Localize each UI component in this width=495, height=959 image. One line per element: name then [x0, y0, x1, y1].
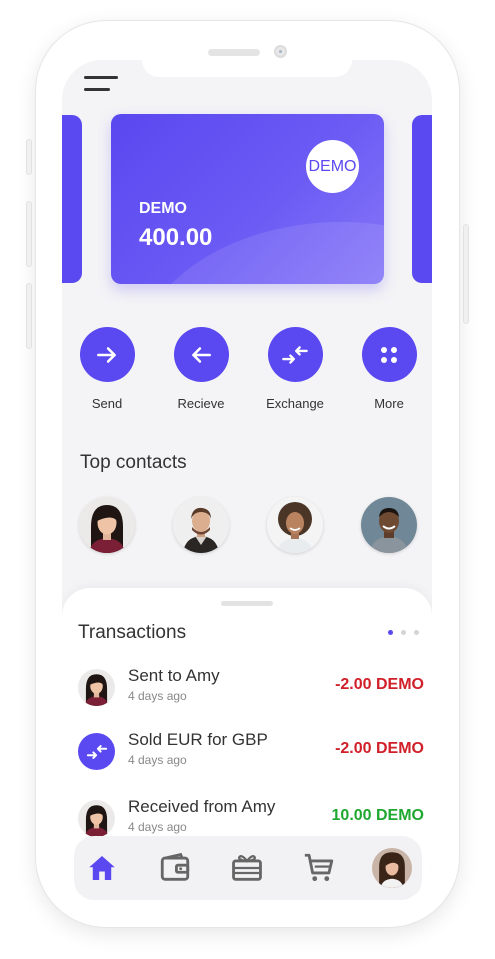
contact-avatar[interactable]	[361, 497, 417, 553]
bottom-nav	[74, 836, 422, 900]
send-button[interactable]: Send	[67, 327, 147, 411]
previous-card[interactable]	[62, 115, 82, 283]
transactions-title: Transactions	[78, 622, 187, 643]
arrow-right-icon	[79, 327, 135, 382]
profile-avatar[interactable]	[372, 848, 412, 888]
transaction-amount: -2.00 DEMO	[335, 676, 424, 693]
transaction-title: Received from Amy	[128, 797, 276, 816]
transaction-amount: -2.00 DEMO	[335, 740, 424, 757]
exchange-button[interactable]: Exchange	[255, 327, 335, 411]
home-icon[interactable]	[82, 848, 122, 888]
phone-side-button	[26, 283, 32, 349]
arrow-left-icon	[173, 327, 229, 382]
transaction-row[interactable]: Sent to Amy 4 days ago -2.00 DEMO	[78, 666, 424, 712]
exchange-label: Exchange	[266, 396, 324, 411]
card-currency: DEMO	[139, 200, 187, 217]
cart-icon[interactable]	[299, 848, 339, 888]
transaction-amount: 10.00 DEMO	[331, 807, 424, 824]
wallet-icon[interactable]	[155, 848, 195, 888]
more-label: More	[374, 396, 404, 411]
more-button[interactable]: More	[349, 327, 429, 411]
phone-speaker	[208, 49, 260, 56]
sheet-drag-handle[interactable]	[221, 601, 273, 606]
currency-badge: DEMO	[306, 140, 359, 193]
phone-side-button	[26, 139, 32, 175]
app-screen: DEMO DEMO 400.00 Send Recieve Exchange M…	[62, 60, 432, 902]
phone-side-button	[26, 201, 32, 267]
menu-icon[interactable]	[84, 76, 118, 96]
transaction-date: 4 days ago	[128, 753, 187, 767]
transaction-title: Sold EUR for GBP	[128, 730, 268, 749]
receive-label: Recieve	[177, 396, 225, 411]
top-contacts-title: Top contacts	[80, 452, 187, 473]
exchange-icon	[267, 327, 323, 382]
transaction-date: 4 days ago	[128, 820, 187, 834]
contact-avatar	[78, 669, 115, 706]
transaction-title: Sent to Amy	[128, 666, 220, 685]
card-balance: 400.00	[139, 224, 213, 251]
page-indicator	[388, 630, 422, 636]
transaction-row[interactable]: Sold EUR for GBP 4 days ago -2.00 DEMO	[78, 730, 424, 776]
transaction-date: 4 days ago	[128, 689, 187, 703]
next-card[interactable]	[412, 115, 432, 283]
phone-side-button	[463, 224, 469, 324]
phone-camera	[274, 45, 287, 58]
grid-dots-icon	[361, 327, 417, 382]
contact-avatar[interactable]	[173, 497, 229, 553]
balance-card[interactable]: DEMO DEMO 400.00	[111, 114, 384, 284]
receive-button[interactable]: Recieve	[161, 327, 241, 411]
gift-card-icon[interactable]	[227, 848, 267, 888]
send-label: Send	[91, 396, 123, 411]
contact-avatar[interactable]	[79, 497, 135, 553]
screen-notch	[142, 60, 352, 77]
contact-avatar[interactable]	[267, 497, 323, 553]
contact-avatar	[78, 800, 115, 837]
exchange-icon	[78, 733, 115, 770]
